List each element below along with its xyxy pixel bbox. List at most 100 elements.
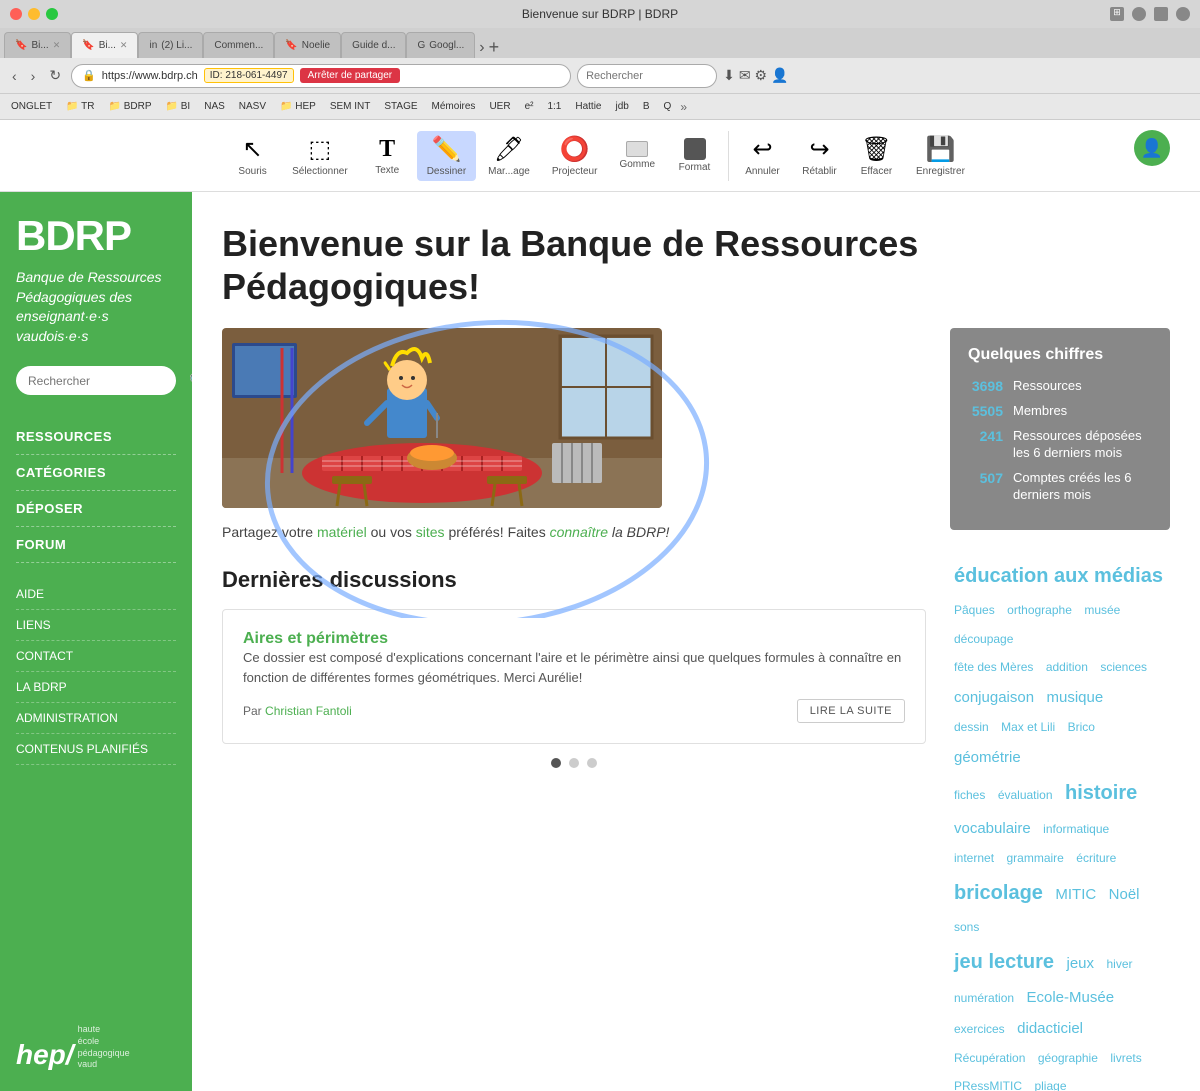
tag-addition[interactable]: addition <box>1046 657 1088 679</box>
tag-noel[interactable]: Noël <box>1109 881 1140 908</box>
tool-gomme[interactable]: Gomme <box>609 137 665 174</box>
tag-mitic[interactable]: MITIC <box>1055 881 1096 908</box>
maximize-button[interactable] <box>46 8 58 20</box>
tool-texte[interactable]: T Texte <box>360 132 415 180</box>
bookmark-hep[interactable]: 📁 HEP <box>275 99 321 114</box>
bookmark-q[interactable]: Q <box>659 99 677 114</box>
tag-exercices[interactable]: exercices <box>954 1019 1005 1041</box>
sidebar-item-categories[interactable]: CATÉGORIES <box>16 455 176 491</box>
sidebar-item-ressources[interactable]: RESSOURCES <box>16 419 176 455</box>
sidebar-item-contact[interactable]: CONTACT <box>16 641 176 672</box>
sidebar-search-input[interactable] <box>28 374 183 388</box>
tag-pressemitic[interactable]: PRessMITIC <box>954 1076 1022 1091</box>
tag-jeu-lecture[interactable]: jeu lecture <box>954 944 1054 980</box>
refresh-button[interactable]: ↻ <box>45 65 65 86</box>
tool-souris[interactable]: ↖ Souris <box>225 131 280 181</box>
tag-pliage[interactable]: pliage <box>1034 1076 1066 1091</box>
tab-bi[interactable]: 🔖 Bi... ✕ <box>4 32 71 58</box>
tag-conjugaison[interactable]: conjugaison <box>954 684 1034 711</box>
stop-sharing-button[interactable]: Arrêter de partager <box>300 68 401 83</box>
bookmark-bi[interactable]: 📁 BI <box>161 99 196 114</box>
sidebar-logo[interactable]: BDRP <box>16 212 176 260</box>
bookmark-b[interactable]: B <box>638 99 655 114</box>
tag-fete-meres[interactable]: fête des Mères <box>954 657 1033 679</box>
tag-numeration[interactable]: numération <box>954 988 1014 1010</box>
tag-informatique[interactable]: informatique <box>1043 819 1109 841</box>
bookmark-nas[interactable]: NAS <box>199 99 230 114</box>
url-bar[interactable]: 🔒 https://www.bdrp.ch ID: 218-061-4497 A… <box>71 64 571 88</box>
tag-max-lili[interactable]: Max et Lili <box>1001 717 1055 739</box>
author-link[interactable]: Christian Fantoli <box>265 704 352 718</box>
tag-livrets[interactable]: livrets <box>1110 1048 1141 1070</box>
tag-grammaire[interactable]: grammaire <box>1006 848 1063 870</box>
tool-selectionner[interactable]: ⬚ Sélectionner <box>282 131 358 181</box>
sidebar-item-forum[interactable]: FORUM <box>16 527 176 563</box>
tab-active-bdrp[interactable]: 🔖 Bi... ✕ <box>71 32 138 58</box>
tag-vocabulaire[interactable]: vocabulaire <box>954 815 1031 842</box>
tag-didacticiel[interactable]: didacticiel <box>1017 1015 1083 1042</box>
bookmark-11[interactable]: 1:1 <box>542 99 566 114</box>
tool-projecteur[interactable]: ⭕ Projecteur <box>542 131 608 181</box>
bookmark-e2[interactable]: e² <box>520 99 539 114</box>
tool-retablir[interactable]: ↪ Rétablir <box>792 131 847 181</box>
bookmark-stage[interactable]: STAGE <box>379 99 422 114</box>
sidebar-item-la-bdrp[interactable]: LA BDRP <box>16 672 176 703</box>
tag-paques[interactable]: Pâques <box>954 600 995 622</box>
tag-hiver[interactable]: hiver <box>1106 954 1132 976</box>
tab-google[interactable]: G Googl... <box>406 32 475 58</box>
tag-geometrie[interactable]: géométrie <box>954 744 1021 771</box>
tool-marquage[interactable]: 🖊 Mar...age <box>478 131 540 181</box>
tab-guide[interactable]: Guide d... <box>341 32 406 58</box>
tag-dessin[interactable]: dessin <box>954 717 989 739</box>
tool-annuler[interactable]: ↩ Annuler <box>735 131 790 181</box>
downloads-button[interactable]: ⬇ <box>723 67 735 84</box>
bookmark-uer[interactable]: UER <box>484 99 515 114</box>
forward-button[interactable]: › <box>27 66 40 86</box>
minimize-button[interactable] <box>28 8 40 20</box>
tag-geographie[interactable]: géographie <box>1038 1048 1098 1070</box>
carousel-dot-1[interactable] <box>551 758 561 768</box>
tab-noelle[interactable]: 🔖 Noelie <box>274 32 341 58</box>
tag-ecole-musee[interactable]: Ecole-Musée <box>1027 984 1115 1011</box>
tag-brico[interactable]: Brico <box>1068 717 1095 739</box>
bookmark-onglet[interactable]: ONGLET <box>6 99 57 114</box>
tag-bricolage[interactable]: bricolage <box>954 875 1043 911</box>
tool-enregistrer[interactable]: 💾 Enregistrer <box>906 131 975 181</box>
back-button[interactable]: ‹ <box>8 66 21 86</box>
bookmark-hattie[interactable]: Hattie <box>570 99 606 114</box>
tool-effacer[interactable]: 🗑 Effacer <box>849 131 904 181</box>
tab-linkedin[interactable]: in (2) Li... <box>138 32 203 58</box>
user-avatar[interactable]: 👤 <box>1134 130 1170 166</box>
tab-comment[interactable]: Commen... <box>203 32 274 58</box>
sidebar-search-box[interactable]: 🔍 <box>16 366 176 395</box>
sidebar-item-aide[interactable]: AIDE <box>16 579 176 610</box>
tag-recuperation[interactable]: Récupération <box>954 1048 1025 1070</box>
tag-education-medias[interactable]: éducation aux médias <box>954 558 1163 594</box>
close-button[interactable] <box>10 8 22 20</box>
bookmark-nasv[interactable]: NASV <box>234 99 271 114</box>
tool-dessiner[interactable]: ✏️ Dessiner <box>417 131 476 181</box>
tag-musee[interactable]: musée <box>1084 600 1120 622</box>
sidebar-item-deposer[interactable]: DÉPOSER <box>16 491 176 527</box>
read-more-button[interactable]: LIRE LA SUITE <box>797 699 905 723</box>
tag-orthographe[interactable]: orthographe <box>1007 600 1072 622</box>
sidebar-item-contenus[interactable]: CONTENUS PLANIFIÉS <box>16 734 176 765</box>
tag-fiches[interactable]: fiches <box>954 785 985 807</box>
bookmark-bdrp[interactable]: 📁 BDRP <box>104 99 157 114</box>
tag-musique[interactable]: musique <box>1047 684 1104 711</box>
tag-ecriture[interactable]: écriture <box>1076 848 1116 870</box>
browser-search-input[interactable] <box>577 64 717 88</box>
bookmark-memoires[interactable]: Mémoires <box>427 99 481 114</box>
tag-sciences[interactable]: sciences <box>1100 657 1147 679</box>
discussion-title-link[interactable]: Aires et périmètres <box>243 630 388 647</box>
materiel-link[interactable]: matériel <box>317 524 367 540</box>
tag-decoupage[interactable]: découpage <box>954 629 1013 651</box>
tag-jeux[interactable]: jeux <box>1067 950 1095 977</box>
tag-evaluation[interactable]: évaluation <box>998 785 1053 807</box>
tool-format[interactable]: Format <box>667 134 722 177</box>
sites-link[interactable]: sites <box>416 524 445 540</box>
sidebar-item-liens[interactable]: LIENS <box>16 610 176 641</box>
tab-close-active[interactable]: ✕ <box>120 40 128 51</box>
connaitre-link[interactable]: connaître <box>550 524 608 540</box>
carousel-dot-2[interactable] <box>569 758 579 768</box>
